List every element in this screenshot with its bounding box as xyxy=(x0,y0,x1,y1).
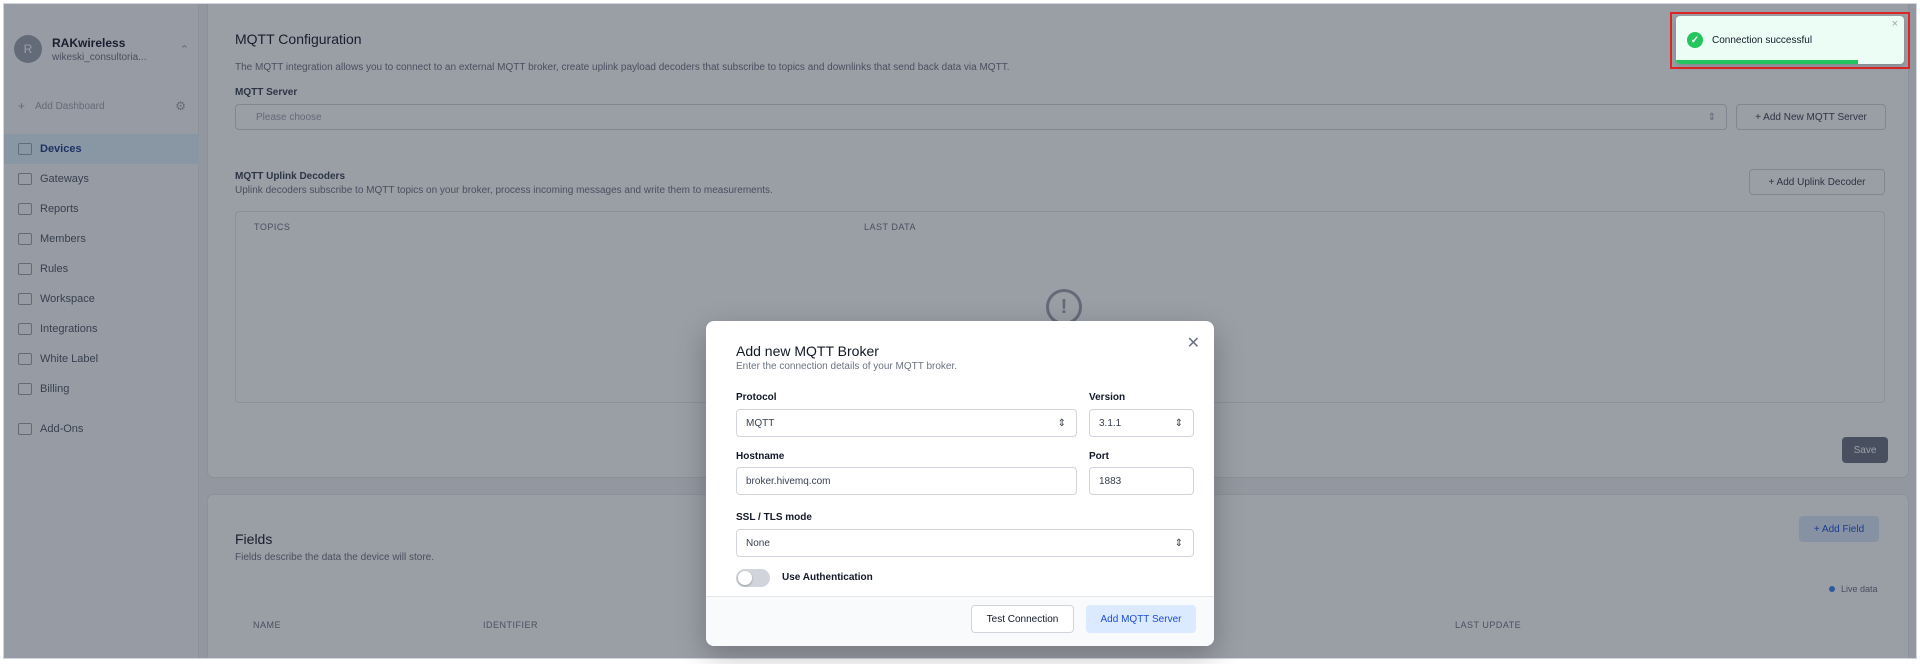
use-authentication-label: Use Authentication xyxy=(782,572,873,583)
test-connection-button[interactable]: Test Connection xyxy=(971,605,1074,633)
port-value: 1883 xyxy=(1099,475,1122,487)
close-icon[interactable]: × xyxy=(1892,18,1898,30)
add-mqtt-server-submit-button[interactable]: Add MQTT Server xyxy=(1086,605,1196,633)
chevron-updown-icon: ⇕ xyxy=(1057,417,1066,429)
ssl-tls-value: None xyxy=(746,537,770,549)
dialog-title: Add new MQTT Broker xyxy=(736,343,879,359)
hostname-label: Hostname xyxy=(736,451,785,462)
version-label: Version xyxy=(1089,392,1126,403)
toast-progress-bar xyxy=(1676,60,1859,64)
chevron-updown-icon: ⇕ xyxy=(1174,537,1183,549)
protocol-select[interactable]: MQTT ⇕ xyxy=(736,409,1077,437)
ssl-tls-label: SSL / TLS mode xyxy=(736,512,812,523)
check-circle-icon: ✓ xyxy=(1687,32,1703,48)
version-value: 3.1.1 xyxy=(1099,417,1122,429)
ssl-tls-select[interactable]: None ⇕ xyxy=(736,529,1194,557)
success-toast: ✓ Connection successful × xyxy=(1676,16,1904,64)
hostname-value: broker.hivemq.com xyxy=(746,475,831,487)
protocol-value: MQTT xyxy=(746,417,775,429)
toast-message: Connection successful xyxy=(1712,35,1813,46)
port-label: Port xyxy=(1089,451,1109,462)
use-authentication-toggle[interactable] xyxy=(736,569,770,587)
chevron-updown-icon: ⇕ xyxy=(1174,417,1183,429)
add-mqtt-broker-dialog: ✕ Add new MQTT Broker Enter the connecti… xyxy=(706,321,1214,646)
hostname-input[interactable]: broker.hivemq.com xyxy=(736,467,1077,495)
dialog-footer: Test Connection Add MQTT Server xyxy=(706,596,1214,646)
version-select[interactable]: 3.1.1 ⇕ xyxy=(1089,409,1194,437)
dialog-subtitle: Enter the connection details of your MQT… xyxy=(736,361,958,372)
close-icon[interactable]: ✕ xyxy=(1187,333,1200,353)
port-input[interactable]: 1883 xyxy=(1089,467,1194,495)
toggle-knob xyxy=(738,571,752,585)
protocol-label: Protocol xyxy=(736,392,777,403)
